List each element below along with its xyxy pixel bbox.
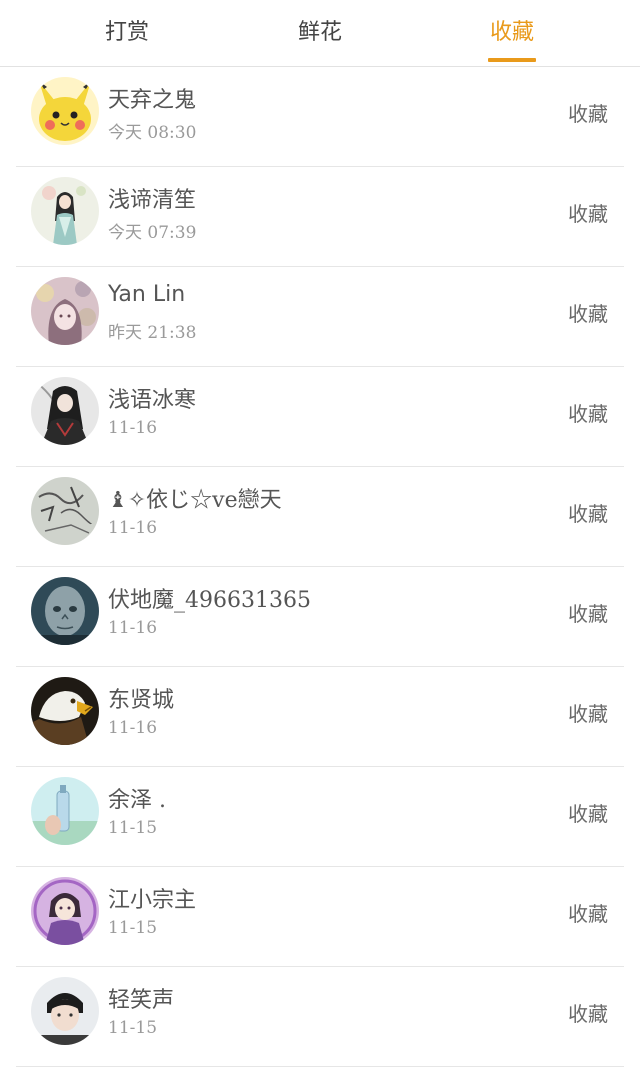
timestamp: 今天 07:39 (108, 223, 197, 243)
timestamp: 11-16 (108, 418, 158, 438)
avatar[interactable] (31, 777, 99, 845)
avatar[interactable] (31, 77, 99, 145)
user-name: 天弃之鬼 (108, 88, 197, 113)
timestamp: 11-15 (108, 818, 158, 838)
user-name: Yan Lin (108, 282, 186, 307)
favorite-action-label[interactable]: 收藏 (568, 98, 608, 127)
favorite-action-label[interactable]: 收藏 (568, 798, 608, 827)
anime-character-avatar-icon (31, 377, 99, 445)
user-name: 江小宗主 (108, 888, 197, 913)
favorites-list: 天弃之鬼 今天 08:30 收藏 浅谛清笙 今天 07:39 收藏 Yan Li… (0, 67, 640, 1067)
user-name: 浅语冰寒 (108, 388, 197, 413)
avatar[interactable] (31, 377, 99, 445)
list-item[interactable]: 余泽 . 11-15 收藏 (16, 767, 624, 867)
favorite-action-label[interactable]: 收藏 (568, 698, 608, 727)
eagle-avatar-icon (31, 677, 99, 745)
avatar[interactable] (31, 177, 99, 245)
user-name: 余泽 . (108, 788, 166, 813)
boy-portrait-avatar-icon (31, 977, 99, 1045)
favorite-action-label[interactable]: 收藏 (568, 998, 608, 1027)
user-name: 伏地魔_496631365 (108, 588, 311, 613)
list-item[interactable]: 江小宗主 11-15 收藏 (16, 867, 624, 967)
anime-character-purple-avatar-icon (31, 877, 99, 945)
favorite-action-label[interactable]: 收藏 (568, 398, 608, 427)
avatar[interactable] (31, 577, 99, 645)
tab-bar: 打赏 鲜花 收藏 (0, 0, 640, 67)
avatar[interactable] (31, 677, 99, 745)
timestamp: 11-15 (108, 1018, 158, 1038)
anime-girl-avatar-icon (31, 177, 99, 245)
tab-favorites[interactable]: 收藏 (452, 0, 572, 66)
calligraphy-sketch-avatar-icon (31, 477, 99, 545)
timestamp: 11-15 (108, 918, 158, 938)
tab-flowers[interactable]: 鲜花 (260, 0, 380, 66)
timestamp: 昨天 21:38 (108, 323, 197, 343)
list-item[interactable]: 轻笑声 11-15 收藏 (16, 967, 624, 1067)
favorite-action-label[interactable]: 收藏 (568, 198, 608, 227)
list-item[interactable]: Yan Lin 昨天 21:38 收藏 (16, 267, 624, 367)
list-item[interactable]: 浅谛清笙 今天 07:39 收藏 (16, 167, 624, 267)
list-item[interactable]: ♝✧依じ☆ve戀天 11-16 收藏 (16, 467, 624, 567)
list-item[interactable]: 伏地魔_496631365 11-16 收藏 (16, 567, 624, 667)
avatar[interactable] (31, 977, 99, 1045)
bottle-sky-avatar-icon (31, 777, 99, 845)
user-name: ♝✧依じ☆ve戀天 (108, 488, 282, 513)
voldemort-avatar-icon (31, 577, 99, 645)
user-name: 东贤城 (108, 688, 175, 713)
list-item[interactable]: 东贤城 11-16 收藏 (16, 667, 624, 767)
timestamp: 今天 08:30 (108, 123, 197, 143)
user-name: 轻笑声 (108, 988, 175, 1013)
timestamp: 11-16 (108, 718, 158, 738)
avatar[interactable] (31, 277, 99, 345)
favorite-action-label[interactable]: 收藏 (568, 498, 608, 527)
favorite-action-label[interactable]: 收藏 (568, 598, 608, 627)
timestamp: 11-16 (108, 618, 158, 638)
favorite-action-label[interactable]: 收藏 (568, 298, 608, 327)
timestamp: 11-16 (108, 518, 158, 538)
active-tab-indicator (488, 58, 536, 62)
avatar[interactable] (31, 877, 99, 945)
girl-with-flowers-avatar-icon (31, 277, 99, 345)
tab-tip[interactable]: 打赏 (67, 0, 187, 66)
list-item[interactable]: 天弃之鬼 今天 08:30 收藏 (16, 67, 624, 167)
list-item[interactable]: 浅语冰寒 11-16 收藏 (16, 367, 624, 467)
user-name: 浅谛清笙 (108, 188, 197, 213)
pikachu-avatar-icon (31, 77, 99, 145)
avatar[interactable] (31, 477, 99, 545)
favorite-action-label[interactable]: 收藏 (568, 898, 608, 927)
